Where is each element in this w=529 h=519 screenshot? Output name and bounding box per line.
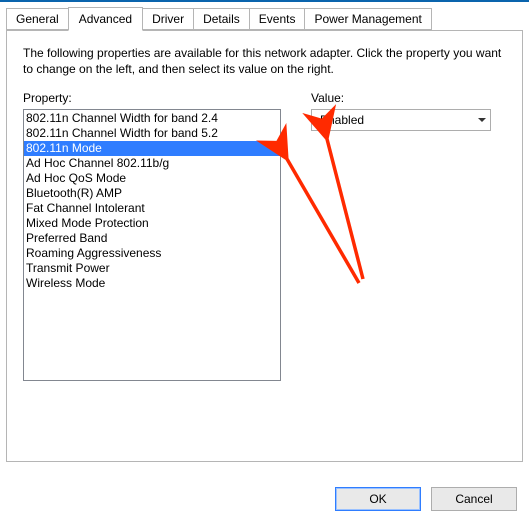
property-item[interactable]: Transmit Power	[24, 261, 280, 276]
property-item[interactable]: 802.11n Channel Width for band 5.2	[24, 126, 280, 141]
property-item[interactable]: Ad Hoc Channel 802.11b/g	[24, 156, 280, 171]
property-label: Property:	[23, 91, 281, 105]
property-listbox[interactable]: 802.11n Channel Width for band 2.4802.11…	[23, 109, 281, 381]
property-item[interactable]: 802.11n Mode	[24, 141, 280, 156]
tab-driver[interactable]: Driver	[142, 8, 194, 30]
property-item[interactable]: Preferred Band	[24, 231, 280, 246]
tab-events[interactable]: Events	[249, 8, 306, 30]
tabstrip: General Advanced Driver Details Events P…	[0, 2, 529, 30]
property-item[interactable]: Ad Hoc QoS Mode	[24, 171, 280, 186]
tab-power-management[interactable]: Power Management	[304, 8, 431, 30]
chevron-down-icon	[478, 118, 486, 122]
property-item[interactable]: Bluetooth(R) AMP	[24, 186, 280, 201]
dialog-button-row: OK Cancel	[335, 487, 517, 511]
device-properties-window: General Advanced Driver Details Events P…	[0, 0, 529, 519]
value-dropdown[interactable]: Enabled	[311, 109, 491, 131]
panel-description: The following properties are available f…	[23, 45, 506, 77]
ok-button[interactable]: OK	[335, 487, 421, 511]
property-item[interactable]: Roaming Aggressiveness	[24, 246, 280, 261]
tab-details[interactable]: Details	[193, 8, 250, 30]
advanced-panel: The following properties are available f…	[6, 30, 523, 462]
value-label: Value:	[311, 91, 506, 105]
tab-general[interactable]: General	[6, 8, 69, 30]
property-item[interactable]: Wireless Mode	[24, 276, 280, 291]
cancel-button[interactable]: Cancel	[431, 487, 517, 511]
property-item[interactable]: Mixed Mode Protection	[24, 216, 280, 231]
value-dropdown-text: Enabled	[320, 113, 364, 127]
property-item[interactable]: 802.11n Channel Width for band 2.4	[24, 111, 280, 126]
property-item[interactable]: Fat Channel Intolerant	[24, 201, 280, 216]
tab-advanced[interactable]: Advanced	[68, 7, 143, 31]
